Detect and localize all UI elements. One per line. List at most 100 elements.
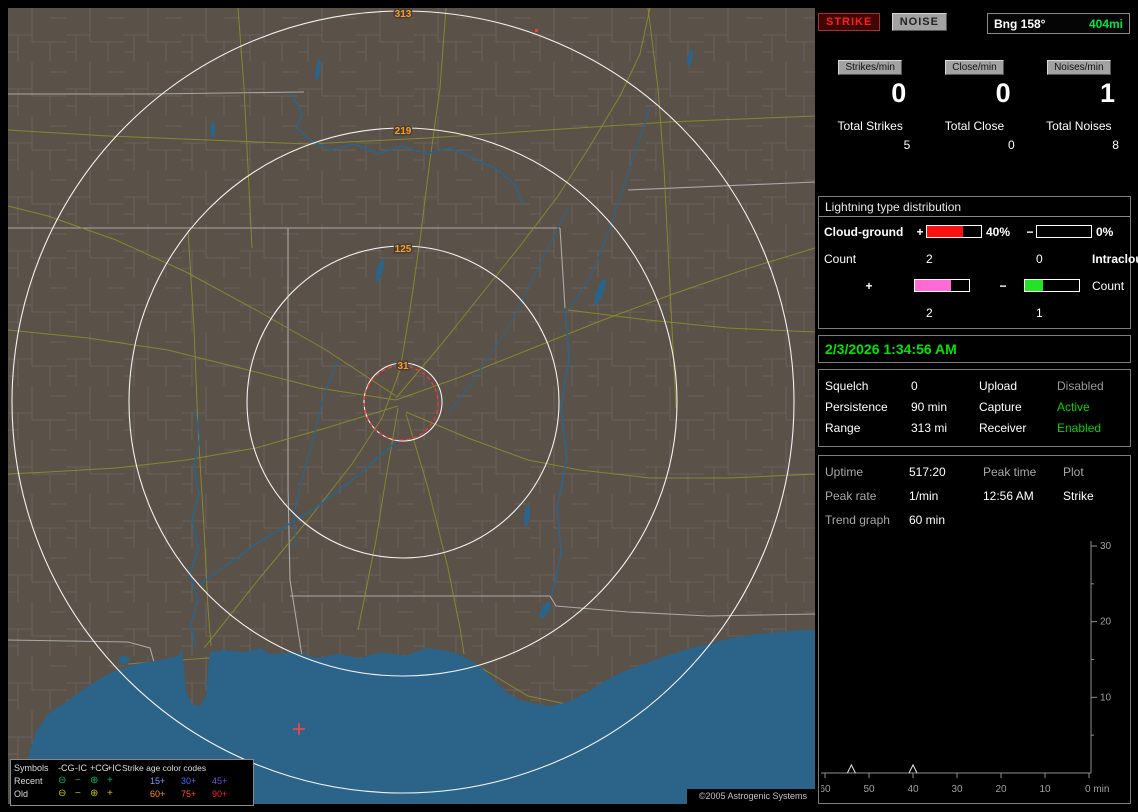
capture-label: Capture: [979, 400, 1022, 414]
copyright-text: ©2005 Astrogenic Systems: [686, 789, 815, 804]
peak-time-label: Peak time: [983, 465, 1037, 479]
cloud-ground-label: Cloud-ground: [824, 224, 904, 239]
strikes-per-min-value: 0: [891, 78, 907, 108]
strikes-column: Strikes/min 0 Total Strikes 5: [818, 60, 922, 152]
noises-column: Noises/min 1 Total Noises 8: [1027, 60, 1131, 152]
map-canvas[interactable]: 313 219 125 31: [8, 8, 815, 804]
ic-plus-count: 2: [926, 305, 933, 320]
datetime-box: 2/3/2026 1:34:56 AM: [818, 335, 1131, 363]
noises-per-min-value: 1: [1099, 78, 1115, 108]
app-window: 313 219 125 31 Symbols -CG -IC +CG +IC S…: [0, 0, 1138, 812]
indicator-bar: STRIKE NOISE Bng 158° 404mi: [818, 13, 1131, 35]
age-code: 15+: [150, 776, 166, 786]
noise-indicator[interactable]: NOISE: [891, 13, 947, 31]
svg-text:10: 10: [1100, 692, 1112, 703]
neg-ic-old-icon: −: [75, 788, 81, 799]
age-code: 60+: [150, 789, 166, 799]
range-ring-label: 31: [397, 361, 409, 372]
total-strikes-value: 5: [903, 138, 911, 152]
neg-ic-recent-icon: −: [75, 775, 81, 786]
age-code: 30+: [181, 776, 197, 786]
minus-sign: −: [1026, 224, 1034, 239]
pos-ic-recent-icon: +: [107, 775, 113, 786]
legend-row-label: Old: [14, 789, 29, 799]
distribution-title: Lightning type distribution: [819, 197, 1130, 217]
svg-text:50: 50: [863, 784, 875, 795]
trend-graph-label: Trend graph: [825, 513, 890, 527]
ic-minus-count: 1: [1036, 305, 1043, 320]
legend-spacer: [122, 775, 150, 788]
total-close-label: Total Close: [944, 119, 1005, 133]
peak-rate-value: 1/min: [909, 489, 939, 503]
total-noises-value: 8: [1112, 138, 1119, 152]
total-close-value: 0: [1007, 138, 1015, 152]
cg-minus-pct: 0%: [1096, 224, 1114, 239]
strikes-per-min-label: Strikes/min: [838, 60, 902, 75]
pos-cg-recent-icon: ⊕: [90, 775, 99, 786]
range-ring-label: 313: [395, 9, 412, 20]
svg-text:30: 30: [951, 784, 963, 795]
squelch-label: Squelch: [825, 379, 869, 393]
age-code: 90+: [212, 789, 228, 799]
trend-graph-value: 60 min: [909, 513, 946, 527]
peak-rate-label: Peak rate: [825, 489, 877, 503]
svg-text:40: 40: [907, 784, 919, 795]
noises-per-min-label: Noises/min: [1047, 60, 1111, 75]
minus-sign: −: [999, 278, 1007, 293]
close-column: Close/min 0 Total Close 0: [922, 60, 1026, 152]
upload-status: Disabled: [1057, 379, 1104, 393]
settings-box: Squelch 0 Upload Disabled Persistence 90…: [818, 369, 1131, 447]
trend-graph-plot: 30 20 10 60 50 40 30 20 10 0 min: [821, 541, 1112, 795]
bearing-box: Bng 158° 404mi: [987, 13, 1130, 34]
status-panel: STRIKE NOISE Bng 158° 404mi Strikes/min …: [818, 8, 1138, 804]
distribution-box: Lightning type distribution Cloud-ground…: [818, 196, 1138, 329]
age-code: 45+: [212, 776, 228, 786]
cg-minus-bar: [1036, 225, 1092, 238]
plot-value: Strike: [1063, 489, 1094, 503]
receiver-label: Receiver: [979, 421, 1027, 435]
legend-col-header: -CG: [58, 763, 75, 773]
upload-label: Upload: [979, 379, 1018, 393]
close-per-min-value: 0: [995, 78, 1011, 108]
strike-indicator[interactable]: STRIKE: [818, 13, 881, 31]
receiver-status: Enabled: [1057, 421, 1102, 435]
uptime-label: Uptime: [825, 465, 864, 479]
count-label: Count: [824, 251, 857, 266]
cg-plus-pct: 40%: [986, 224, 1011, 239]
bearing-value: Bng 158°: [994, 16, 1046, 31]
legend-age-header: Strike age color codes: [122, 763, 207, 773]
legend-symbols-header: Symbols: [14, 763, 49, 773]
intracloud-label: Intracloud: [1092, 251, 1138, 266]
legend-col-header: -IC: [75, 763, 87, 773]
age-code: 75+: [181, 789, 197, 799]
svg-text:20: 20: [995, 784, 1007, 795]
distribution-table: Cloud-ground + 40% − 0% Count 2 0 Intrac…: [819, 217, 1138, 326]
ic-plus-bar: [914, 279, 970, 292]
bearing-range-value: 404mi: [1088, 16, 1123, 31]
peak-time-value: 12:56 AM: [983, 489, 1034, 503]
range-value: 313 mi: [911, 421, 948, 435]
count-label: Count: [1092, 278, 1125, 293]
ic-minus-bar: [1024, 279, 1080, 292]
trend-axes: [821, 541, 1092, 774]
total-strikes-label: Total Strikes: [837, 119, 903, 133]
lightning-map: 313 219 125 31 Symbols -CG -IC +CG +IC S…: [8, 8, 815, 806]
rate-columns: Strikes/min 0 Total Strikes 5 Close/min …: [818, 60, 1131, 152]
pos-cg-old-icon: ⊕: [90, 788, 99, 799]
pos-ic-old-icon: +: [107, 788, 113, 799]
neg-cg-recent-icon: ⊖: [58, 775, 67, 786]
map-legend: Symbols -CG -IC +CG +IC Strike age color…: [10, 759, 254, 806]
plot-label: Plot: [1063, 465, 1084, 479]
range-ring-label: 125: [395, 244, 412, 255]
cg-plus-bar: [926, 225, 982, 238]
svg-text:0 min: 0 min: [1085, 784, 1109, 795]
legend-spacer: [122, 788, 150, 801]
uptime-value: 517:20: [909, 465, 946, 479]
svg-text:10: 10: [1039, 784, 1051, 795]
legend-col-header: +CG: [90, 763, 109, 773]
capture-status: Active: [1057, 400, 1090, 414]
neg-cg-old-icon: ⊖: [58, 788, 67, 799]
close-per-min-label: Close/min: [945, 60, 1004, 75]
plus-sign: +: [916, 224, 924, 239]
datetime-value: 2/3/2026 1:34:56 AM: [825, 341, 957, 357]
